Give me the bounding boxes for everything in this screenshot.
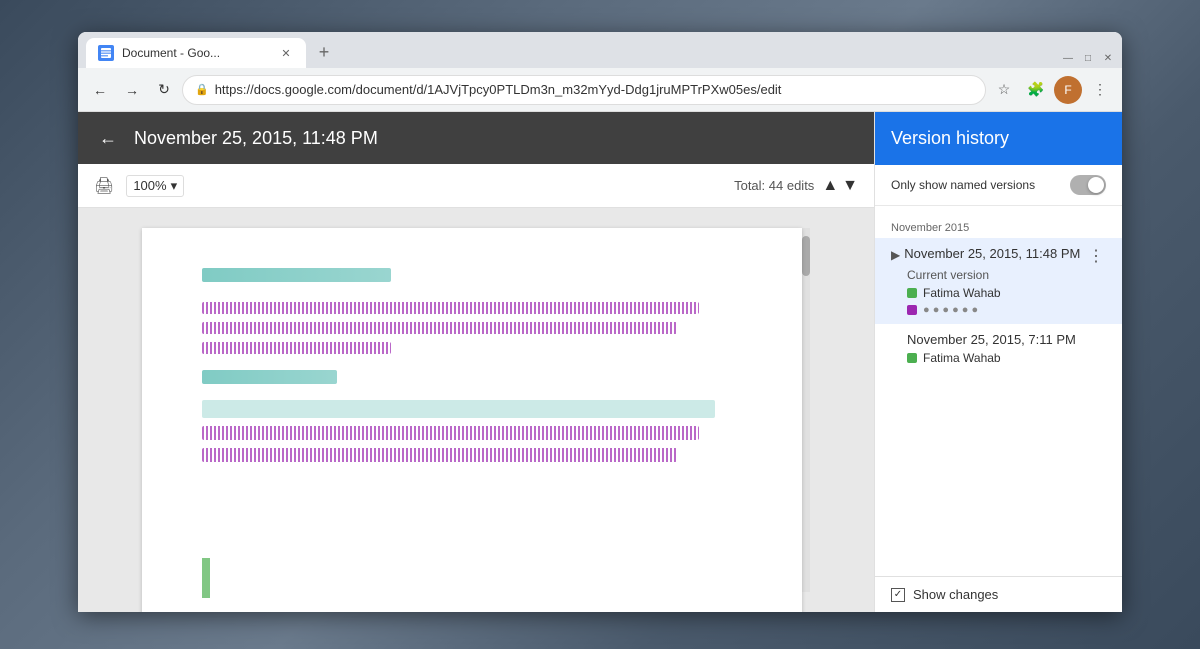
text-line-7 <box>202 426 699 440</box>
version-item-header: ▶ November 25, 2015, 11:48 PM ⋮ <box>891 246 1106 266</box>
text-line-8 <box>202 448 677 462</box>
tab-close-button[interactable]: ✕ <box>278 45 294 61</box>
chrome-toolbar: ← → ↻ 🔒 https://docs.google.com/document… <box>78 68 1122 112</box>
next-edit-button[interactable]: ▼ <box>842 177 858 195</box>
doc-scrollbar[interactable] <box>802 228 810 592</box>
text-line-6 <box>202 400 715 418</box>
version-menu-button[interactable]: ⋮ <box>1086 246 1106 266</box>
doc-content <box>78 208 874 612</box>
chrome-titlebar: Document - Goo... ✕ + — □ ✕ <box>78 32 1122 68</box>
prev-edit-button[interactable]: ▲ <box>822 177 838 195</box>
user-name-3: Fatima Wahab <box>923 351 1001 365</box>
new-tab-button[interactable]: + <box>310 38 338 66</box>
user-color-dot-3 <box>907 353 917 363</box>
total-edits-label: Total: 44 edits <box>734 178 814 193</box>
user-name-1: Fatima Wahab <box>923 286 1001 300</box>
version-current-label: Current version <box>891 268 1106 282</box>
back-button[interactable]: ← <box>86 76 114 104</box>
zoom-control[interactable]: 100% ▾ <box>126 175 184 197</box>
zoom-dropdown-icon: ▾ <box>171 178 178 194</box>
chrome-tab[interactable]: Document - Goo... ✕ <box>86 38 306 68</box>
version-datetime-2: November 25, 2015, 7:11 PM <box>891 332 1106 347</box>
text-line-2 <box>202 302 699 314</box>
minimize-button[interactable]: — <box>1062 52 1074 64</box>
version-month-group: November 2015 <box>875 214 1122 238</box>
version-user-2: ● ● ● ● ● ● <box>891 304 1106 316</box>
version-datetime: November 25, 2015, 11:48 PM <box>904 246 1086 261</box>
doc-scrollbar-thumb[interactable] <box>802 236 810 276</box>
address-bar[interactable]: 🔒 https://docs.google.com/document/d/1AJ… <box>182 75 986 105</box>
doc-back-button[interactable]: ← <box>94 124 122 152</box>
doc-page <box>142 228 802 612</box>
toggle-label: Only show named versions <box>891 178 1062 192</box>
doc-toolbar: 🖨 100% ▾ Total: 44 edits ▲ ▼ <box>78 164 874 208</box>
show-changes-label: Show changes <box>913 587 998 602</box>
zoom-label: 100% <box>133 178 166 193</box>
user-color-dot <box>907 288 917 298</box>
text-line-1 <box>202 268 391 282</box>
version-user-3: Fatima Wahab <box>891 351 1106 365</box>
menu-button[interactable]: ⋮ <box>1086 76 1114 104</box>
version-user-1: Fatima Wahab <box>891 286 1106 300</box>
version-item-2[interactable]: November 25, 2015, 7:11 PM Fatima Wahab <box>875 324 1122 373</box>
text-line-5 <box>202 370 337 384</box>
url-text: https://docs.google.com/document/d/1AJVj… <box>215 82 973 97</box>
doc-container: ← November 25, 2015, 11:48 PM 🖨 100% ▾ T… <box>78 112 1122 612</box>
text-line-4 <box>202 342 391 354</box>
user-name-2: ● ● ● ● ● ● <box>923 304 978 316</box>
chrome-window: Document - Goo... ✕ + — □ ✕ ← → ↻ 🔒 http… <box>78 32 1122 612</box>
toggle-knob <box>1088 177 1104 193</box>
forward-button[interactable]: → <box>118 76 146 104</box>
version-toggle-row: Only show named versions <box>875 165 1122 206</box>
text-line-3 <box>202 322 677 334</box>
user-color-dot-2 <box>907 305 917 315</box>
edit-count: Total: 44 edits ▲ ▼ <box>734 177 858 195</box>
doc-header: ← November 25, 2015, 11:48 PM <box>78 112 874 164</box>
named-versions-toggle[interactable] <box>1070 175 1106 195</box>
expand-icon: ▶ <box>891 248 900 262</box>
version-panel-title: Version history <box>891 128 1009 148</box>
maximize-button[interactable]: □ <box>1082 52 1094 64</box>
doc-area: ← November 25, 2015, 11:48 PM 🖨 100% ▾ T… <box>78 112 874 612</box>
tab-title: Document - Goo... <box>122 46 270 60</box>
refresh-button[interactable]: ↻ <box>150 76 178 104</box>
print-button[interactable]: 🖨 <box>94 176 114 196</box>
version-item[interactable]: ▶ November 25, 2015, 11:48 PM ⋮ Current … <box>875 238 1122 324</box>
version-footer: ✓ Show changes <box>875 576 1122 612</box>
toolbar-actions: ☆ 🧩 F ⋮ <box>990 76 1114 104</box>
close-button[interactable]: ✕ <box>1102 52 1114 64</box>
version-list: November 2015 ▶ November 25, 2015, 11:48… <box>875 206 1122 576</box>
bookmark-button[interactable]: ☆ <box>990 76 1018 104</box>
window-controls: — □ ✕ <box>1062 52 1114 64</box>
doc-title: November 25, 2015, 11:48 PM <box>134 128 378 149</box>
version-panel: Version history Only show named versions… <box>874 112 1122 612</box>
user-avatar[interactable]: F <box>1054 76 1082 104</box>
docs-favicon <box>98 45 114 61</box>
version-item-2-header: November 25, 2015, 7:11 PM <box>891 332 1106 347</box>
cursor-indicator <box>202 558 210 598</box>
extensions-button[interactable]: 🧩 <box>1022 76 1050 104</box>
nav-arrows: ▲ ▼ <box>822 177 858 195</box>
show-changes-checkbox[interactable]: ✓ <box>891 588 905 602</box>
lock-icon: 🔒 <box>195 83 209 96</box>
version-panel-header: Version history <box>875 112 1122 165</box>
